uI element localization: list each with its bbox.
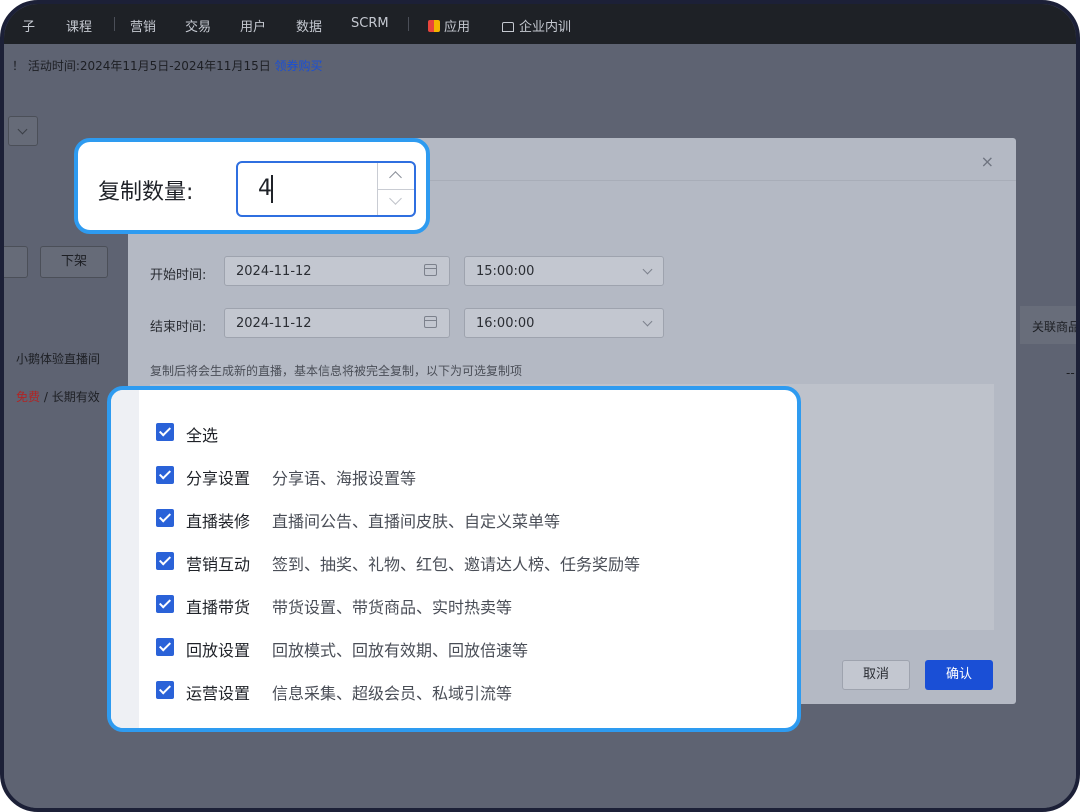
- checkbox-checked-icon[interactable]: [156, 595, 174, 613]
- option-desc: 直播间公告、直播间皮肤、自定义菜单等: [272, 512, 561, 531]
- option-desc: 回放模式、回放有效期、回放倍速等: [272, 641, 529, 660]
- nav-training-label: 企业内训: [519, 20, 572, 35]
- nav-item-scrm[interactable]: SCRM: [351, 16, 389, 31]
- nav-item-users[interactable]: 用户: [240, 16, 266, 35]
- option-title: 分享设置: [186, 469, 251, 488]
- copy-quantity-callout: 复制数量: 4: [74, 138, 430, 234]
- option-desc: 信息采集、超级会员、私域引流等: [272, 684, 513, 703]
- checkbox-checked-icon[interactable]: [156, 638, 174, 656]
- end-date-value: 2024-11-12: [236, 316, 312, 331]
- option-title: 直播带货: [186, 598, 251, 617]
- copy-quantity-input[interactable]: 4: [236, 161, 416, 217]
- option-title: 营销互动: [186, 555, 251, 574]
- start-time-label: 开始时间:: [150, 268, 207, 283]
- copy-options-callout: 全选 分享设置 分享语、海报设置等 直播装修 直播间公告、直播间皮肤、自定义菜单…: [107, 386, 801, 732]
- nav-item-trade[interactable]: 交易: [185, 16, 211, 35]
- table-header-cell: 关联商品: [1020, 306, 1080, 344]
- checkbox-checked-icon[interactable]: [156, 552, 174, 570]
- room-price: 免费 / 长期有效: [16, 388, 100, 405]
- activity-notice: ！ 活动时间:2024年11月5日-2024年11月15日 领券购买: [12, 57, 323, 74]
- linked-goods-value: --: [1066, 366, 1075, 380]
- start-time-value: 15:00:00: [476, 264, 535, 279]
- nav-apps-label: 应用: [444, 20, 471, 35]
- nav-item-marketing[interactable]: 营销: [130, 16, 156, 35]
- nav-item-data[interactable]: 数据: [296, 16, 322, 35]
- room-name: 小鹅体验直播间: [16, 352, 101, 366]
- nav-item-apps[interactable]: 应用: [428, 16, 470, 35]
- confirm-button[interactable]: 确认: [925, 660, 993, 690]
- nav-item-training[interactable]: 企业内训: [502, 16, 571, 35]
- bg-select[interactable]: [8, 116, 38, 146]
- option-desc: 签到、抽奖、礼物、红包、邀请达人榜、任务奖励等: [272, 555, 641, 574]
- chevron-down-icon: [642, 264, 653, 275]
- copy-quantity-value: 4: [258, 176, 272, 201]
- end-time-select[interactable]: 16:00:00: [464, 308, 664, 338]
- text-caret: [271, 175, 273, 203]
- nav-item-courses[interactable]: 课程: [66, 16, 92, 35]
- nav-item-partial[interactable]: 子: [22, 16, 35, 35]
- calendar-icon: [424, 264, 437, 276]
- stepper-down-icon[interactable]: [378, 189, 414, 216]
- checkbox-checked-icon[interactable]: [156, 466, 174, 484]
- option-title: 运营设置: [186, 684, 251, 703]
- end-time-value: 16:00:00: [476, 316, 535, 331]
- option-title: 全选: [186, 426, 219, 445]
- options-edge: [111, 390, 139, 728]
- start-time-select[interactable]: 15:00:00: [464, 256, 664, 286]
- checkbox-checked-icon[interactable]: [156, 681, 174, 699]
- checkbox-checked-icon[interactable]: [156, 423, 174, 441]
- training-icon: [502, 22, 514, 32]
- start-date-input[interactable]: 2024-11-12: [224, 256, 450, 286]
- start-date-value: 2024-11-12: [236, 264, 312, 279]
- option-desc: 带货设置、带货商品、实时热卖等: [272, 598, 513, 617]
- close-icon[interactable]: ×: [981, 152, 994, 171]
- calendar-icon: [424, 316, 437, 328]
- chevron-down-icon: [17, 124, 28, 135]
- end-date-input[interactable]: 2024-11-12: [224, 308, 450, 338]
- buy-coupon-link[interactable]: 领券购买: [275, 59, 323, 73]
- validity: / 长期有效: [43, 390, 100, 404]
- top-nav: 子 课程 营销 交易 用户 数据 SCRM 应用 企业内训: [4, 4, 1076, 44]
- nav-divider: [408, 17, 409, 31]
- checkbox-checked-icon[interactable]: [156, 509, 174, 527]
- bg-button[interactable]: [4, 246, 28, 278]
- quantity-stepper: [377, 163, 414, 215]
- option-title: 直播装修: [186, 512, 251, 531]
- notice-text: ！ 活动时间:2024年11月5日-2024年11月15日: [12, 59, 271, 73]
- linked-goods-header: 关联商品: [1032, 320, 1080, 334]
- copy-quantity-label: 复制数量:: [98, 180, 194, 205]
- takedown-button[interactable]: 下架: [40, 246, 108, 278]
- option-title: 回放设置: [186, 641, 251, 660]
- screenshot-frame: 子 课程 营销 交易 用户 数据 SCRM 应用 企业内训 ！ 活动时间:202…: [0, 0, 1080, 812]
- option-desc: 分享语、海报设置等: [272, 469, 417, 488]
- chevron-down-icon: [642, 316, 653, 327]
- cancel-button[interactable]: 取消: [842, 660, 910, 690]
- price-free: 免费: [16, 390, 41, 404]
- apps-grid-icon: [428, 20, 440, 32]
- stepper-up-icon[interactable]: [378, 163, 414, 189]
- nav-divider: [114, 17, 115, 31]
- copy-hint: 复制后将会生成新的直播，基本信息将被完全复制，以下为可选复制项: [150, 364, 523, 378]
- end-time-label: 结束时间:: [150, 320, 207, 335]
